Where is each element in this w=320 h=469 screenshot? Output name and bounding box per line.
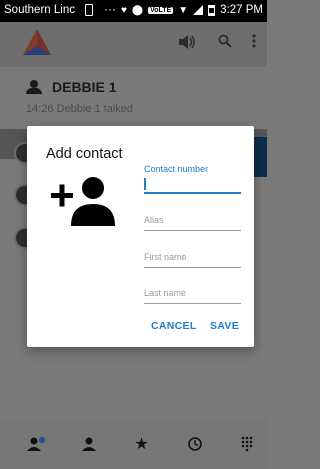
cancel-button[interactable]: CANCEL <box>151 320 197 332</box>
status-bar: Southern Linc ··· ♥ ⬤ VoLTE ▼ 3:27 PM <box>0 0 267 22</box>
person-icon <box>26 80 42 94</box>
save-button[interactable]: SAVE <box>210 320 239 332</box>
contact-header[interactable]: DEBBIE 1 <box>26 79 117 95</box>
speaker-icon[interactable] <box>178 34 196 53</box>
more-vert-icon[interactable] <box>252 34 256 51</box>
first-name-underline <box>144 267 241 268</box>
carrier-name: Southern Linc <box>4 4 75 16</box>
clock-time: 3:27 PM <box>220 4 263 16</box>
alias-placeholder: Alias <box>144 215 164 225</box>
text-cursor <box>144 178 146 190</box>
heart-icon: ♥ <box>120 4 127 16</box>
wifi-icon: ▼ <box>178 4 189 16</box>
sim-icon <box>85 4 93 16</box>
dialpad-icon[interactable] <box>220 419 273 469</box>
dialog-title: Add contact <box>46 146 123 162</box>
alias-underline <box>144 230 241 231</box>
signal-icon <box>193 5 204 15</box>
star-icon[interactable]: ★ <box>115 419 168 469</box>
bottom-nav: ★ <box>0 419 267 469</box>
app-bar <box>0 22 267 67</box>
contact-name: DEBBIE 1 <box>52 79 117 95</box>
last-name-field[interactable]: Last name <box>144 285 241 307</box>
clock-icon[interactable] <box>168 419 221 469</box>
app-logo <box>23 29 51 55</box>
add-contact-dialog: Add contact Contact number Alias First n… <box>27 126 254 347</box>
location-icon: ⬤ <box>131 4 144 16</box>
contact-number-label: Contact number <box>144 164 209 174</box>
alias-field[interactable]: Alias <box>144 212 241 234</box>
notification-dots: ··· <box>104 2 116 16</box>
first-name-placeholder: First name <box>144 252 187 262</box>
search-icon[interactable] <box>218 34 232 51</box>
status-icons: ♥ ⬤ VoLTE ▼ 3:27 PM <box>121 4 263 16</box>
volte-badge: VoLTE <box>148 6 174 14</box>
contact-number-field[interactable]: Contact number <box>144 164 241 194</box>
first-name-field[interactable]: First name <box>144 249 241 271</box>
person-icon[interactable] <box>62 419 115 469</box>
last-name-placeholder: Last name <box>144 288 187 298</box>
add-person-icon <box>51 177 115 226</box>
last-message: 14:26 Debbie 1 talked <box>26 103 134 115</box>
contact-number-underline <box>144 192 241 194</box>
selected-row-edge <box>253 137 267 177</box>
group-add-icon[interactable] <box>10 419 63 469</box>
last-name-underline <box>144 303 241 304</box>
battery-icon <box>208 4 216 16</box>
